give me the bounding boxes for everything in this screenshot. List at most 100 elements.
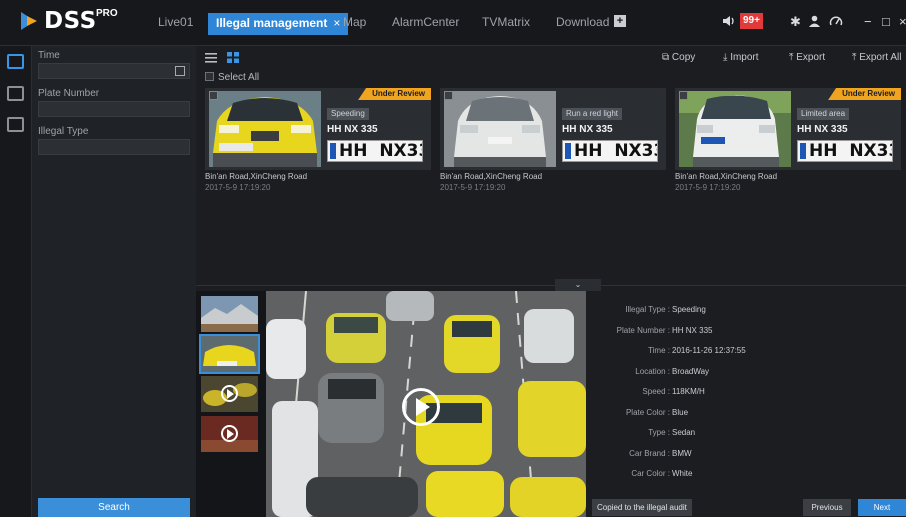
detail-label: Plate Color : [625, 408, 670, 417]
search-button[interactable]: Search [38, 498, 190, 517]
copy-to-audit-button[interactable]: Copied to the illegal audit [592, 499, 692, 516]
car-record-icon[interactable] [7, 54, 24, 69]
plate-number: HH NX 335 [327, 124, 378, 135]
landscape-photo [201, 296, 258, 332]
record-location: Bin'an Road,XinCheng Road [440, 172, 543, 181]
play-button[interactable] [402, 388, 440, 426]
grid-view-icon[interactable] [227, 52, 239, 63]
evidence-thumbnail[interactable] [201, 296, 258, 332]
vehicle-photo [444, 91, 556, 167]
detail-row: Car Brand : BMW [586, 449, 906, 461]
detail-label: Time : [648, 346, 670, 355]
detail-label: Car Color : [631, 469, 670, 478]
select-all[interactable]: Select All [196, 72, 259, 83]
play-icon[interactable] [221, 385, 238, 402]
record-card[interactable]: Run a red light HH NX 335 HH NX335 [440, 88, 666, 170]
detail-row: Car Color : White [586, 469, 906, 481]
brand-edition: PRO [96, 8, 118, 19]
evidence-video-thumbnail[interactable] [201, 376, 258, 412]
copy-button[interactable]: ⧉ Copy [662, 52, 695, 63]
person-record-icon[interactable] [7, 86, 24, 101]
filter-panel: Time Plate Number Illegal Type Search [32, 46, 196, 517]
detail-value: 2016-11-26 12:37:55 [672, 346, 746, 355]
dss-logo-icon [21, 12, 37, 30]
illegal-type-tag: Speeding [327, 108, 369, 120]
copy-icon: ⧉ [662, 52, 672, 63]
illegal-type-label: Illegal Type [38, 126, 89, 137]
vehicle-photo [209, 91, 321, 167]
add-tab-icon[interactable]: + [614, 15, 626, 27]
import-button[interactable]: ⤓ Import [723, 52, 759, 63]
record-checkbox[interactable] [679, 91, 688, 100]
close-window-icon[interactable]: × [899, 14, 906, 29]
illegal-type-tag: Run a red light [562, 108, 623, 120]
detail-row: Location : BroadWay [586, 367, 906, 379]
plate-number-label: Plate Number [38, 88, 100, 99]
record-card[interactable]: Under Review Limited area HH NX 335 HH N… [675, 88, 901, 170]
speaker-icon[interactable] [722, 15, 736, 27]
play-icon[interactable] [221, 425, 238, 442]
plate-prefix: HH [574, 141, 603, 161]
previous-button[interactable]: Previous [803, 499, 851, 516]
close-tab-icon[interactable]: × [333, 16, 340, 30]
minimize-icon[interactable]: − [864, 14, 872, 29]
tab-download[interactable]: Download [556, 15, 609, 29]
export-button[interactable]: ⤒ Export [789, 52, 825, 63]
detail-value: Speeding [672, 305, 706, 314]
detail-label: Location : [635, 367, 670, 376]
record-checkbox[interactable] [444, 91, 453, 100]
detail-row: Plate Color : Blue [586, 408, 906, 420]
tab-live01[interactable]: Live01 [158, 15, 193, 29]
chevron-down-icon: ⌄ [574, 280, 582, 289]
tab-tvmatrix[interactable]: TVMatrix [482, 15, 530, 29]
list-view-icon[interactable] [205, 52, 217, 63]
tab-illegal-management[interactable]: Illegal management × [208, 13, 349, 35]
record-detail-panel: Illegal Type : Speeding Plate Number : HH … [586, 291, 906, 517]
collapse-toggle[interactable]: ⌄ [555, 279, 601, 291]
tab-map[interactable]: Map [343, 15, 366, 29]
detail-row: Plate Number : HH NX 335 [586, 326, 906, 338]
illegal-type-tag: Limited area [797, 108, 850, 120]
select-all-label: Select All [218, 72, 260, 83]
select-all-checkbox[interactable] [205, 72, 214, 81]
time-label: Time [38, 50, 60, 61]
top-bar: DSS PRO Live01 Illegal management × Map A… [0, 0, 906, 46]
plate-suffix: NX335 [379, 141, 422, 161]
document-icon[interactable] [7, 117, 24, 132]
detail-value: Sedan [672, 428, 696, 437]
detail-value: HH NX 335 [672, 326, 713, 335]
status-badge: Under Review [358, 88, 431, 100]
detail-value: BMW [672, 449, 692, 458]
plate-number-input[interactable] [38, 101, 190, 117]
calendar-icon[interactable] [175, 66, 185, 76]
evidence-thumbnail[interactable] [199, 334, 260, 374]
export-all-label: Export All [859, 52, 902, 63]
detail-row: Illegal Type : Speeding [586, 305, 906, 317]
license-plate: HH NX335 [562, 140, 658, 162]
maximize-icon[interactable]: □ [882, 14, 890, 29]
evidence-video-thumbnail[interactable] [201, 416, 258, 452]
record-datetime: 2017-5-9 17:19:20 [675, 183, 741, 192]
plate-suffix: NX335 [614, 141, 657, 161]
record-card[interactable]: Under Review Speeding HH NX 335 HH NX335 [205, 88, 431, 170]
time-input[interactable] [38, 63, 190, 79]
export-all-button[interactable]: ⤒ Export All [852, 52, 901, 63]
export-label: Export [796, 52, 826, 63]
user-icon[interactable] [808, 15, 821, 27]
illegal-type-select[interactable] [38, 139, 190, 155]
detail-label: Type : [648, 428, 670, 437]
license-plate: HH NX335 [327, 140, 423, 162]
detail-row: Type : Sedan [586, 428, 906, 440]
tab-illegal-management-label: Illegal management [216, 16, 328, 30]
speedometer-icon[interactable] [829, 15, 843, 27]
evidence-strip [196, 291, 266, 517]
next-button[interactable]: Next [858, 499, 906, 516]
detail-value: White [672, 469, 693, 478]
video-player[interactable] [266, 291, 586, 517]
alarm-count-badge[interactable]: 99+ [740, 13, 763, 29]
detail-value: BroadWay [672, 367, 710, 376]
record-location: Bin'an Road,XinCheng Road [205, 172, 308, 181]
tab-alarmcenter[interactable]: AlarmCenter [392, 15, 459, 29]
gear-icon[interactable]: ✱ [790, 14, 801, 30]
record-checkbox[interactable] [209, 91, 218, 100]
